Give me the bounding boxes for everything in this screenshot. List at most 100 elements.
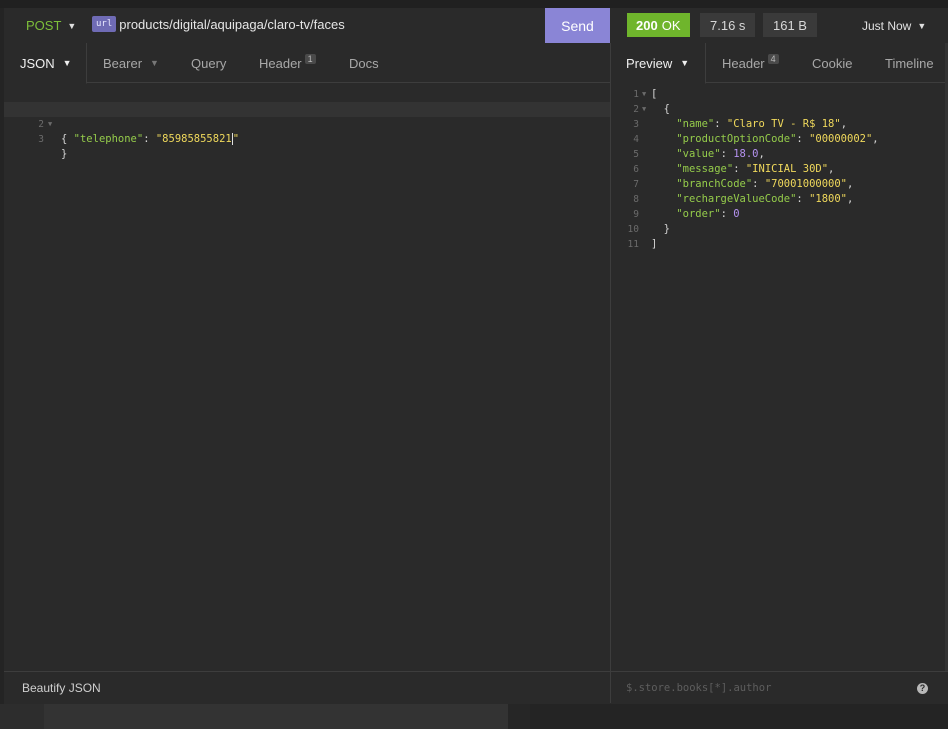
response-time: 7.16 s bbox=[700, 13, 756, 37]
request-body-editor[interactable]: 1 ▼ { 2 "telephone": "85985855821" 3 } bbox=[4, 87, 610, 160]
json-string: "00000002" bbox=[809, 133, 873, 145]
code-content: } bbox=[651, 222, 670, 237]
json-key: "value" bbox=[676, 148, 721, 160]
response-tabs: Preview ▼ Header 4 Cookie Timeline bbox=[611, 43, 948, 84]
code-line: } bbox=[61, 148, 68, 160]
help-icon[interactable]: ? bbox=[917, 682, 928, 694]
response-filter-input[interactable]: $.store.books[*].author bbox=[626, 682, 917, 694]
window-top-edge bbox=[0, 0, 948, 8]
history-dropdown[interactable]: Just Now ▼ bbox=[862, 19, 926, 33]
tab-docs[interactable]: Docs bbox=[349, 43, 379, 83]
tab-label: Cookie bbox=[812, 55, 853, 71]
tab-bearer[interactable]: Bearer ▼ bbox=[103, 43, 159, 83]
code-text: [ bbox=[651, 88, 658, 100]
code-text: { bbox=[651, 103, 670, 115]
method-label: POST bbox=[26, 18, 62, 33]
code-line: 9 "order": 0 bbox=[611, 207, 945, 222]
code-line: 2 ▼ { bbox=[611, 102, 945, 117]
beautify-json-button[interactable]: Beautify JSON bbox=[22, 681, 101, 695]
line-number: 8 bbox=[633, 194, 639, 205]
url-input[interactable]: products/digital/aquipaga/claro-tv/faces bbox=[119, 17, 344, 32]
chevron-down-icon: ▼ bbox=[67, 20, 77, 31]
strip-segment bbox=[530, 704, 948, 729]
code-text: } bbox=[651, 223, 670, 235]
header-count-badge: 4 bbox=[767, 54, 779, 64]
tab-label: Preview bbox=[626, 55, 673, 71]
code-content: [ bbox=[651, 87, 657, 102]
strip-segment bbox=[0, 704, 44, 729]
code-text: ] bbox=[651, 238, 658, 250]
fold-arrow-icon[interactable]: ▼ bbox=[642, 102, 646, 117]
tab-response-header[interactable]: Header 4 bbox=[722, 43, 779, 83]
code-content: "rechargeValueCode": "1800", bbox=[651, 192, 853, 207]
request-url-bar: POST ▼ url products/digital/aquipaga/cla… bbox=[4, 8, 610, 43]
code-line: 10 } bbox=[611, 222, 945, 237]
code-content: "order": 0 bbox=[651, 207, 740, 222]
response-status-bar: 200 OK 7.16 s 161 B Just Now ▼ bbox=[611, 8, 948, 43]
chevron-down-icon: ▼ bbox=[150, 58, 159, 68]
json-number: 18.0 bbox=[733, 148, 759, 160]
code-content: "productOptionCode": "00000002", bbox=[651, 132, 879, 147]
code-line: 4 "productOptionCode": "00000002", bbox=[611, 132, 945, 147]
code-line: "telephone": "85985855821" bbox=[61, 132, 239, 147]
code-line: 1 ▼ [ bbox=[611, 87, 945, 102]
code-content: { bbox=[651, 102, 670, 117]
method-dropdown[interactable]: POST ▼ bbox=[26, 18, 76, 33]
code-content: "value": 18.0, bbox=[651, 147, 765, 162]
tab-label: Header bbox=[722, 55, 765, 71]
json-colon: : bbox=[143, 133, 156, 145]
send-button[interactable]: Send bbox=[545, 8, 610, 43]
tab-timeline[interactable]: Timeline bbox=[885, 43, 934, 83]
history-label: Just Now bbox=[862, 19, 912, 33]
line-number: 10 bbox=[627, 224, 639, 235]
tab-header[interactable]: Header 1 bbox=[259, 43, 316, 83]
request-footer: Beautify JSON bbox=[4, 671, 610, 704]
json-string: "1800" bbox=[809, 193, 847, 205]
json-key: "name" bbox=[676, 118, 715, 130]
json-key: "order" bbox=[676, 208, 721, 220]
tab-query[interactable]: Query bbox=[191, 43, 226, 83]
line-number: 1 bbox=[633, 89, 639, 100]
status-text: OK bbox=[661, 17, 681, 33]
code-line: 8 "rechargeValueCode": "1800", bbox=[611, 192, 945, 207]
line-number: 3 bbox=[38, 134, 44, 145]
json-punct: , bbox=[872, 133, 879, 145]
code-line: 5 "value": 18.0, bbox=[611, 147, 945, 162]
json-key: "telephone" bbox=[73, 133, 144, 145]
strip-segment bbox=[44, 704, 508, 729]
line-number: 6 bbox=[633, 164, 639, 175]
code-line: 11] bbox=[611, 237, 945, 252]
chevron-down-icon: ▼ bbox=[917, 21, 927, 31]
url-badge: url bbox=[92, 16, 117, 32]
json-number: 0 bbox=[733, 208, 740, 220]
json-key: "branchCode" bbox=[676, 178, 753, 190]
line-number: 7 bbox=[633, 179, 639, 190]
json-punct: , bbox=[847, 178, 854, 190]
tab-json[interactable]: JSON ▼ bbox=[4, 43, 87, 84]
strip-segment bbox=[508, 704, 530, 729]
json-key: "message" bbox=[676, 163, 734, 175]
json-punct: , bbox=[840, 118, 848, 130]
fold-arrow-icon[interactable]: ▼ bbox=[642, 87, 646, 102]
code-line: 3 "name": "Claro TV - R$ 18", bbox=[611, 117, 945, 132]
tab-label: Docs bbox=[349, 55, 379, 71]
insomnia-window: POST ▼ url products/digital/aquipaga/cla… bbox=[0, 0, 948, 729]
url-field[interactable]: url products/digital/aquipaga/claro-tv/f… bbox=[92, 16, 345, 32]
tab-cookie[interactable]: Cookie bbox=[812, 43, 852, 83]
tab-preview[interactable]: Preview ▼ bbox=[611, 43, 706, 84]
json-key: "productOptionCode" bbox=[676, 133, 797, 145]
json-key: "rechargeValueCode" bbox=[676, 193, 797, 205]
json-string: "85985855821 bbox=[155, 133, 232, 145]
json-string: "INICIAL 30D" bbox=[745, 163, 829, 175]
code-content: "message": "INICIAL 30D", bbox=[651, 162, 834, 177]
chevron-down-icon: ▼ bbox=[680, 58, 690, 68]
response-preview: 1 ▼ [2 ▼ {3 "name": "Claro TV - R$ 18", 4 "p… bbox=[611, 87, 945, 252]
json-string: "Claro TV - R$ 18" bbox=[726, 118, 841, 130]
json-string: "70001000000" bbox=[764, 178, 847, 190]
